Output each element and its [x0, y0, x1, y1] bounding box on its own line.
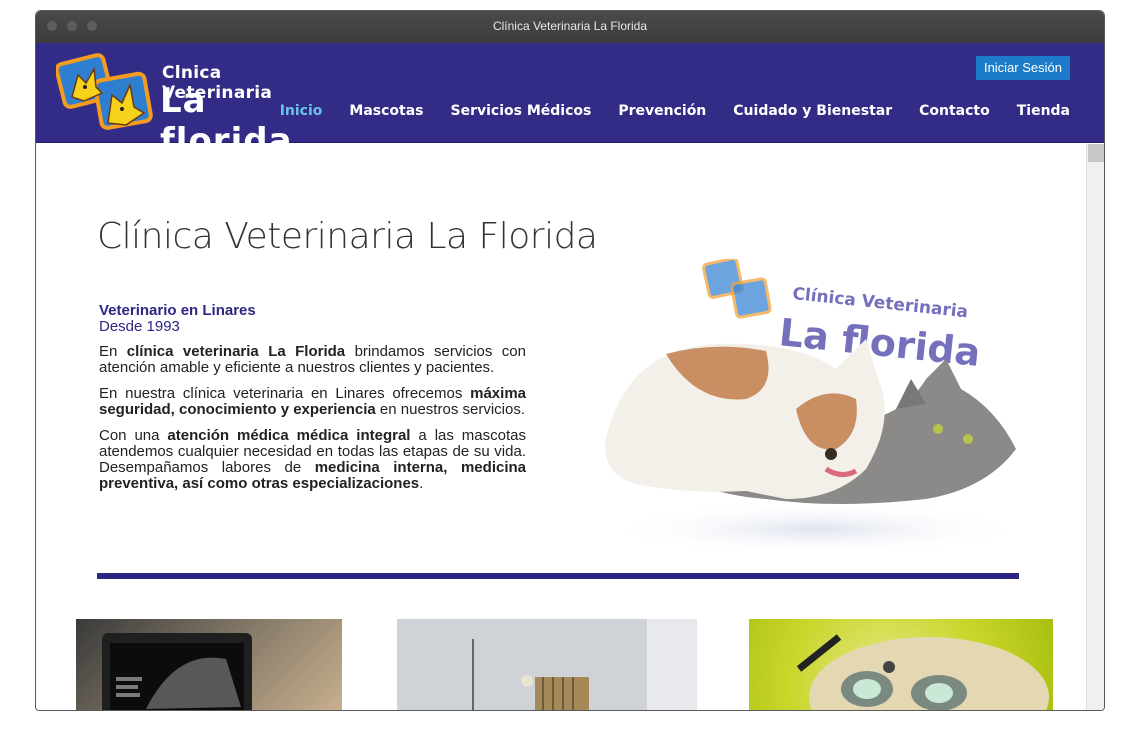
scrollbar-thumb[interactable] [1088, 144, 1104, 162]
ultrasound-service-image[interactable] [76, 619, 342, 710]
login-button[interactable]: Iniciar Sesión [975, 56, 1070, 80]
nav-item-contacto[interactable]: Contacto [919, 103, 990, 119]
dog-mascot-logo-icon [54, 53, 153, 130]
intro-paragraph-1: En clínica veterinaria La Florida brinda… [99, 343, 526, 376]
window-title: Clínica Veterinaria La Florida [492, 19, 648, 33]
nav-item-tienda[interactable]: Tienda [1017, 103, 1070, 119]
page-title: Clínica Veterinaria La Florida [97, 216, 598, 257]
browser-window: Clínica Veterinaria La Florida Clnica Ve… [35, 10, 1105, 711]
section-divider [97, 573, 1019, 579]
hero-puppy-kitten-image: Clínica Veterinaria La florida [605, 259, 1026, 555]
hospitalization-room-image[interactable] [397, 619, 697, 710]
subhead-location: Veterinario en Linares [99, 302, 256, 319]
window-titlebar: Clínica Veterinaria La Florida [36, 11, 1104, 43]
nav-item-prevencion[interactable]: Prevención [618, 103, 706, 119]
vertical-scrollbar[interactable] [1086, 144, 1104, 710]
site-header: Clnica Veterinaria La florida Iniciar Se… [36, 43, 1104, 161]
nav-item-servicios-medicos[interactable]: Servicios Médicos [451, 103, 592, 119]
site-logo[interactable]: Clnica Veterinaria La florida [54, 53, 316, 161]
nav-item-cuidado-bienestar[interactable]: Cuidado y Bienestar [733, 103, 892, 119]
nav-item-mascotas[interactable]: Mascotas [349, 103, 423, 119]
subhead-since: Desde 1993 [99, 318, 180, 335]
intro-paragraph-3: Con una atención médica médica integral … [99, 427, 526, 492]
main-nav: Inicio Mascotas Servicios Médicos Preven… [280, 103, 1070, 119]
surgery-lamp-image[interactable] [749, 619, 1053, 710]
intro-text: En clínica veterinaria La Florida brinda… [99, 344, 526, 502]
nav-item-inicio[interactable]: Inicio [280, 103, 323, 119]
intro-subheading: Veterinario en Linares Desde 1993 [99, 303, 256, 335]
intro-paragraph-2: En nuestra clínica veterinaria en Linare… [99, 385, 526, 418]
main-content: Clínica Veterinaria La Florida Veterinar… [36, 144, 1086, 710]
